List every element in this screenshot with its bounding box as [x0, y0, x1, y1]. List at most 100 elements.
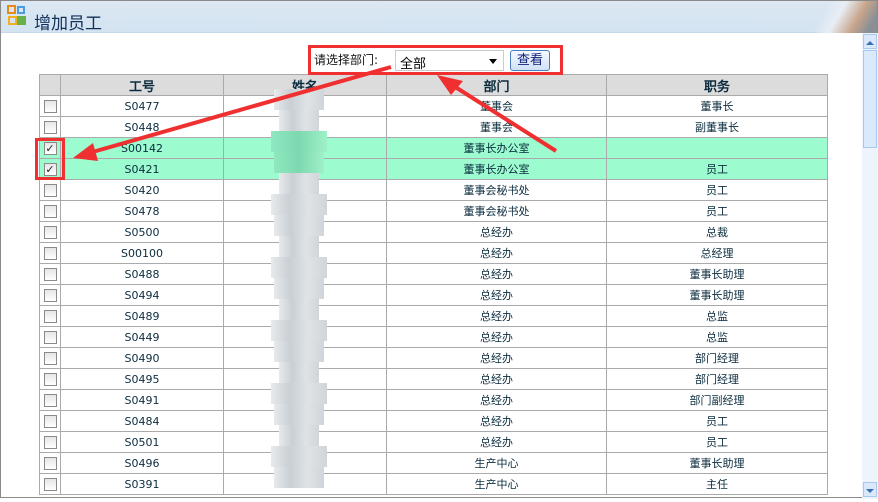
scroll-up-button[interactable] [863, 34, 877, 49]
row-checkbox[interactable] [43, 393, 57, 407]
row-checkbox[interactable] [43, 246, 57, 260]
employee-table: 工号 姓名 部门 职务 S0477 董事会 董事长 S0448 董事会 副董事长… [39, 74, 828, 495]
row-select-cell [39, 347, 61, 369]
employee-department: 总经办 [386, 284, 607, 306]
employee-title: 部门经理 [606, 368, 828, 390]
employee-id: S0484 [60, 410, 224, 432]
table-row[interactable]: S0449 总经办 总监 [39, 326, 828, 348]
employee-title: 员工 [606, 431, 828, 453]
employee-id: S0494 [60, 284, 224, 306]
row-checkbox[interactable] [43, 435, 57, 449]
table-row[interactable]: S0478 董事会秘书处 员工 [39, 200, 828, 222]
employee-name [223, 389, 387, 411]
scroll-down-button[interactable] [863, 482, 877, 497]
employee-name [223, 326, 387, 348]
employee-department: 生产中心 [386, 473, 607, 495]
employee-id: S0495 [60, 368, 224, 390]
column-header-title: 职务 [606, 74, 828, 96]
employee-id: S0449 [60, 326, 224, 348]
employee-name [223, 95, 387, 117]
column-header-department: 部门 [386, 74, 607, 96]
row-checkbox[interactable] [43, 204, 57, 218]
employee-title: 员工 [606, 200, 828, 222]
row-select-cell [39, 284, 61, 306]
row-checkbox[interactable] [43, 414, 57, 428]
employee-title: 员工 [606, 179, 828, 201]
employee-title: 董事长助理 [606, 452, 828, 474]
row-select-cell [39, 389, 61, 411]
employee-department: 生产中心 [386, 452, 607, 474]
table-row[interactable]: S0488 总经办 董事长助理 [39, 263, 828, 285]
row-checkbox[interactable] [43, 309, 57, 323]
employee-name [223, 347, 387, 369]
row-select-cell [39, 368, 61, 390]
table-row[interactable]: S00100 总经办 总经理 [39, 242, 828, 264]
row-select-cell [39, 221, 61, 243]
employee-department: 董事长办公室 [386, 158, 607, 180]
row-select-cell [39, 410, 61, 432]
row-checkbox[interactable] [43, 183, 57, 197]
row-select-cell [39, 305, 61, 327]
table-row[interactable]: S0484 总经办 员工 [39, 410, 828, 432]
table-row[interactable]: S0494 总经办 董事长助理 [39, 284, 828, 306]
row-select-cell [39, 431, 61, 453]
table-row[interactable]: S0391 生产中心 主任 [39, 473, 828, 495]
employee-id: S0491 [60, 389, 224, 411]
table-row[interactable]: S0490 总经办 部门经理 [39, 347, 828, 369]
column-header-name: 姓名 [223, 74, 387, 96]
row-checkbox[interactable] [43, 288, 57, 302]
column-header-id: 工号 [60, 74, 224, 96]
table-row[interactable]: S0489 总经办 总监 [39, 305, 828, 327]
table-row[interactable]: S0501 总经办 员工 [39, 431, 828, 453]
row-checkbox[interactable] [43, 99, 57, 113]
employee-department: 董事会秘书处 [386, 179, 607, 201]
row-checkbox[interactable] [43, 330, 57, 344]
title-bar: 增加员工 [1, 1, 877, 34]
row-checkbox[interactable] [43, 477, 57, 491]
employee-title: 总监 [606, 305, 828, 327]
employee-department: 董事长办公室 [386, 137, 607, 159]
table-row[interactable]: ✓ S00142 董事长办公室 [39, 137, 828, 159]
employee-name [223, 368, 387, 390]
employee-id: S0421 [60, 158, 224, 180]
row-select-cell [39, 200, 61, 222]
employee-title: 部门经理 [606, 347, 828, 369]
scroll-thumb[interactable] [863, 50, 877, 148]
table-row[interactable]: S0491 总经办 部门副经理 [39, 389, 828, 411]
employee-department: 总经办 [386, 431, 607, 453]
employee-department: 总经办 [386, 326, 607, 348]
employee-title: 总经理 [606, 242, 828, 264]
employee-name [223, 158, 387, 180]
row-checkbox[interactable] [43, 120, 57, 134]
vertical-scrollbar[interactable] [862, 33, 878, 499]
table-row[interactable]: S0420 董事会秘书处 员工 [39, 179, 828, 201]
employee-id: S0420 [60, 179, 224, 201]
row-checkbox[interactable] [43, 456, 57, 470]
employee-department: 董事会 [386, 116, 607, 138]
employee-department: 总经办 [386, 305, 607, 327]
table-row[interactable]: S0477 董事会 董事长 [39, 95, 828, 117]
employee-title: 总裁 [606, 221, 828, 243]
employee-name [223, 137, 387, 159]
table-row[interactable]: S0500 总经办 总裁 [39, 221, 828, 243]
table-row[interactable]: S0496 生产中心 董事长助理 [39, 452, 828, 474]
table-row[interactable]: S0495 总经办 部门经理 [39, 368, 828, 390]
employee-title: 副董事长 [606, 116, 828, 138]
employee-id: S00100 [60, 242, 224, 264]
employee-title: 员工 [606, 410, 828, 432]
annotation-box-checkboxes [35, 138, 65, 180]
table-row[interactable]: ✓ S0421 董事长办公室 员工 [39, 158, 828, 180]
row-select-cell [39, 263, 61, 285]
employee-title: 部门副经理 [606, 389, 828, 411]
row-checkbox[interactable] [43, 267, 57, 281]
row-select-cell [39, 116, 61, 138]
employee-id: S0489 [60, 305, 224, 327]
employee-department: 总经办 [386, 242, 607, 264]
employee-id: S0490 [60, 347, 224, 369]
employee-title: 董事长助理 [606, 263, 828, 285]
row-checkbox[interactable] [43, 372, 57, 386]
row-checkbox[interactable] [43, 351, 57, 365]
row-checkbox[interactable] [43, 225, 57, 239]
employee-department: 总经办 [386, 389, 607, 411]
table-row[interactable]: S0448 董事会 副董事长 [39, 116, 828, 138]
